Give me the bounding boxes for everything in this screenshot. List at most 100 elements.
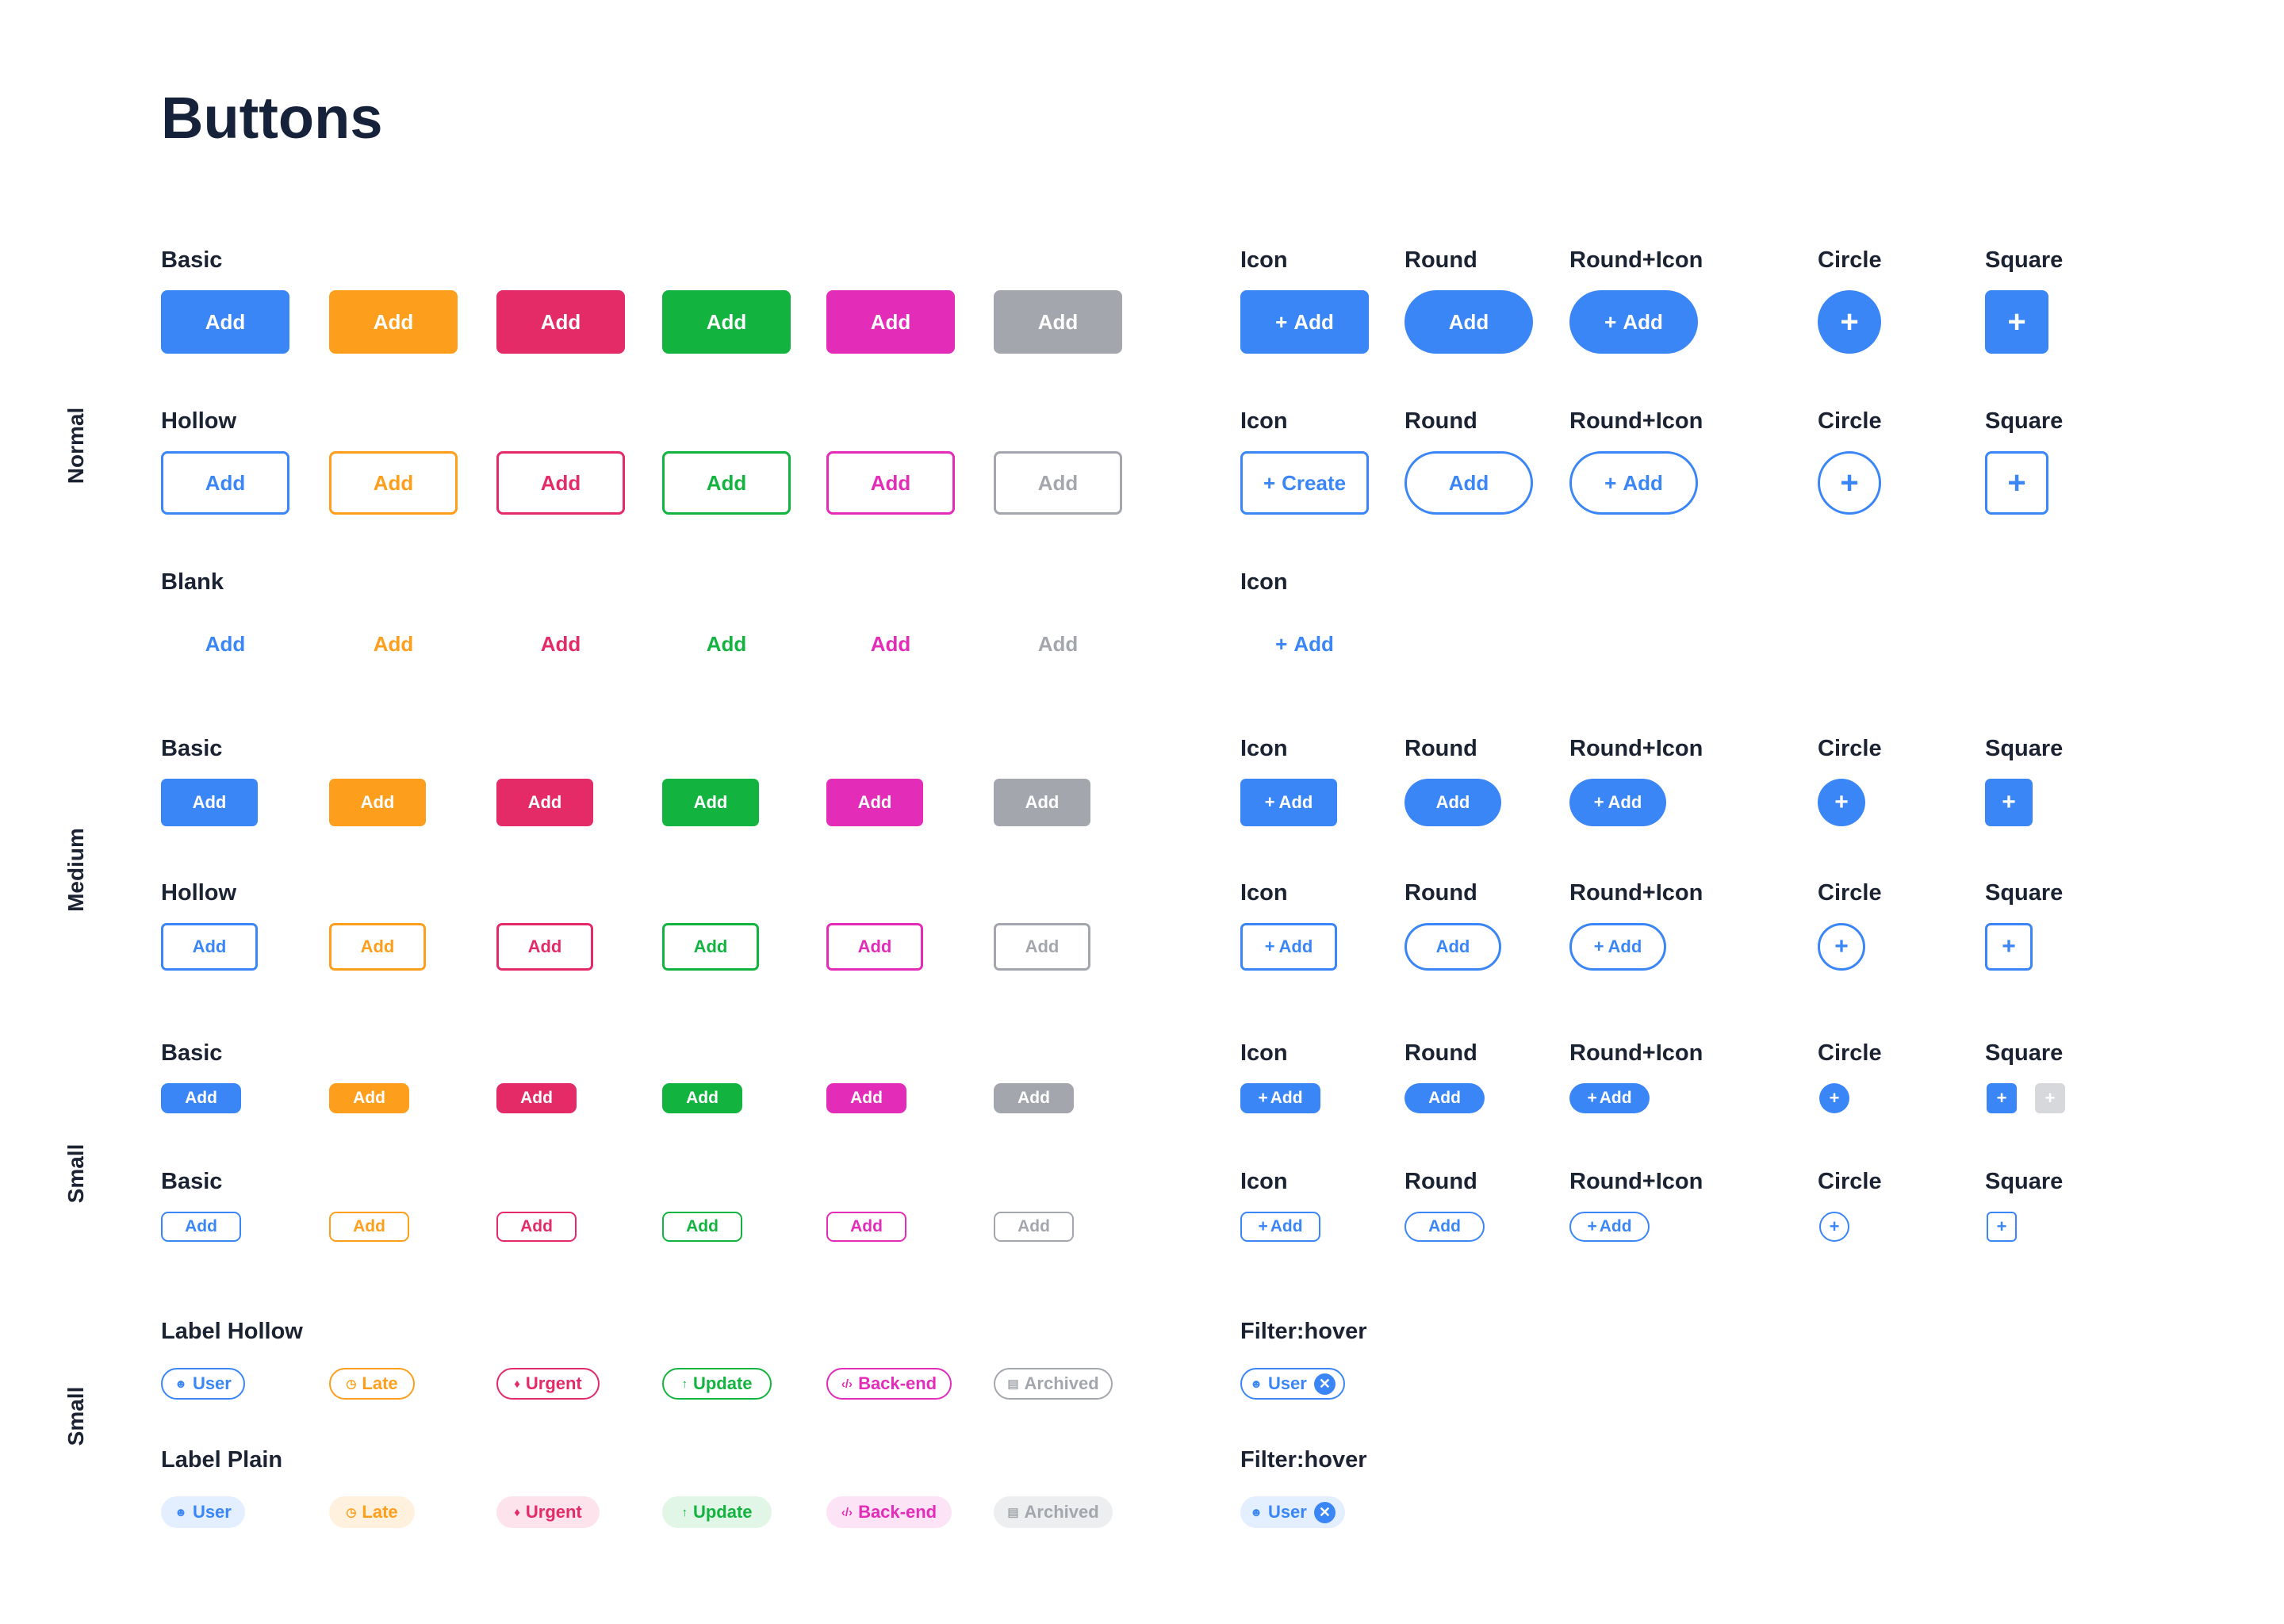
- add-small-square-button[interactable]: +: [1987, 1083, 2017, 1113]
- add-medium-button-pink[interactable]: Add: [826, 779, 923, 826]
- add-medium-hollow-round-icon-button[interactable]: + Add: [1569, 923, 1666, 971]
- add-round-button[interactable]: Add: [1405, 290, 1533, 354]
- add-blank-button-pink[interactable]: Add: [826, 612, 955, 676]
- add-medium-button-gray[interactable]: Add: [994, 779, 1090, 826]
- group-label-basic: Basic: [161, 1169, 223, 1194]
- button-label: Add: [693, 792, 728, 812]
- add-small-hollow-button-orange[interactable]: Add: [329, 1212, 409, 1242]
- add-medium-square-button[interactable]: +: [1985, 779, 2033, 826]
- add-medium-hollow-button-green[interactable]: Add: [662, 923, 759, 971]
- add-hollow-round-button[interactable]: Add: [1405, 451, 1533, 515]
- add-small-hollow-button-red[interactable]: Add: [496, 1212, 577, 1242]
- button-label: Add: [1608, 936, 1642, 956]
- add-medium-button-red[interactable]: Add: [496, 779, 593, 826]
- add-circle-button[interactable]: +: [1818, 290, 1881, 354]
- add-small-hollow-round-button[interactable]: Add: [1405, 1212, 1485, 1242]
- add-small-button-pink[interactable]: Add: [826, 1083, 906, 1113]
- add-small-icon-button[interactable]: + Add: [1240, 1083, 1320, 1113]
- button-label: Add: [540, 470, 581, 495]
- add-blank-button-red[interactable]: Add: [496, 612, 625, 676]
- add-small-hollow-circle-button[interactable]: +: [1819, 1212, 1849, 1242]
- add-medium-hollow-square-button[interactable]: +: [1985, 923, 2033, 971]
- add-medium-button-blue[interactable]: Add: [161, 779, 258, 826]
- add-medium-round-button[interactable]: Add: [1405, 779, 1501, 826]
- add-small-round-icon-button[interactable]: + Add: [1569, 1083, 1650, 1113]
- add-hollow-square-button[interactable]: +: [1985, 451, 2048, 515]
- add-medium-icon-button[interactable]: + Add: [1240, 779, 1337, 826]
- user-icon: ☻: [1250, 1505, 1263, 1519]
- group-label-icon: Icon: [1240, 736, 1288, 761]
- add-hollow-button-pink[interactable]: Add: [826, 451, 955, 515]
- plus-icon: +: [2044, 1088, 2056, 1108]
- button-label: Add: [1278, 792, 1313, 812]
- add-medium-hollow-button-orange[interactable]: Add: [329, 923, 426, 971]
- add-small-button-green[interactable]: Add: [662, 1083, 742, 1113]
- add-medium-round-icon-button[interactable]: + Add: [1569, 779, 1666, 826]
- user-icon: ☻: [1250, 1377, 1263, 1391]
- add-hollow-button-green[interactable]: Add: [662, 451, 791, 515]
- add-small-button-red[interactable]: Add: [496, 1083, 577, 1113]
- add-blank-icon-button[interactable]: + Add: [1240, 612, 1369, 676]
- filter-chip-user[interactable]: ☻ User ✕: [1240, 1368, 1345, 1400]
- add-medium-hollow-icon-button[interactable]: + Add: [1240, 923, 1337, 971]
- add-round-icon-button[interactable]: + Add: [1569, 290, 1698, 354]
- add-button-red[interactable]: Add: [496, 290, 625, 354]
- add-small-hollow-button-pink[interactable]: Add: [826, 1212, 906, 1242]
- group-label-round-icon: Round+Icon: [1569, 736, 1703, 761]
- add-small-hollow-round-icon-button[interactable]: + Add: [1569, 1212, 1650, 1242]
- close-icon[interactable]: ✕: [1313, 1373, 1336, 1395]
- label-chip-text: Back-end: [858, 1373, 937, 1393]
- add-small-hollow-button-green[interactable]: Add: [662, 1212, 742, 1242]
- add-small-hollow-square-button[interactable]: +: [1987, 1212, 2017, 1242]
- add-medium-hollow-button-pink[interactable]: Add: [826, 923, 923, 971]
- group-label-icon: Icon: [1240, 1169, 1288, 1194]
- add-medium-button-orange[interactable]: Add: [329, 779, 426, 826]
- add-small-button-gray[interactable]: Add: [994, 1083, 1074, 1113]
- close-icon[interactable]: ✕: [1313, 1501, 1336, 1523]
- add-medium-button-green[interactable]: Add: [662, 779, 759, 826]
- button-label: Add: [353, 1217, 385, 1235]
- plus-icon: +: [1996, 1216, 2007, 1236]
- add-medium-hollow-button-red[interactable]: Add: [496, 923, 593, 971]
- add-hollow-button-blue[interactable]: Add: [161, 451, 289, 515]
- add-blank-button-orange[interactable]: Add: [329, 612, 458, 676]
- add-button-gray[interactable]: Add: [994, 290, 1122, 354]
- add-icon-button[interactable]: + Add: [1240, 290, 1369, 354]
- label-chip-archived: ▤ Archived: [994, 1368, 1113, 1400]
- add-button-blue[interactable]: Add: [161, 290, 289, 354]
- add-small-round-button[interactable]: Add: [1405, 1083, 1485, 1113]
- button-label: Add: [1428, 1217, 1461, 1235]
- add-hollow-round-icon-button[interactable]: + Add: [1569, 451, 1698, 515]
- create-icon-button[interactable]: + Create: [1240, 451, 1369, 515]
- add-medium-hollow-button-blue[interactable]: Add: [161, 923, 258, 971]
- add-medium-hollow-circle-button[interactable]: +: [1818, 923, 1865, 971]
- add-hollow-circle-button[interactable]: +: [1818, 451, 1881, 515]
- add-hollow-button-gray[interactable]: Add: [994, 451, 1122, 515]
- button-label: Add: [360, 936, 395, 956]
- button-label: Add: [205, 631, 246, 656]
- button-label: Add: [205, 470, 246, 495]
- add-small-square-disabled-button[interactable]: +: [2035, 1083, 2065, 1113]
- add-medium-hollow-button-gray[interactable]: Add: [994, 923, 1090, 971]
- add-medium-circle-button[interactable]: +: [1818, 779, 1865, 826]
- add-small-hollow-icon-button[interactable]: + Add: [1240, 1212, 1320, 1242]
- add-button-pink[interactable]: Add: [826, 290, 955, 354]
- group-label-round: Round: [1405, 408, 1477, 434]
- label-chip-back-end: ‹/› Back-end: [826, 1368, 952, 1400]
- add-medium-hollow-round-button[interactable]: Add: [1405, 923, 1501, 971]
- add-small-hollow-button-gray[interactable]: Add: [994, 1212, 1074, 1242]
- add-hollow-button-red[interactable]: Add: [496, 451, 625, 515]
- add-small-hollow-button-blue[interactable]: Add: [161, 1212, 241, 1242]
- filter-chip-user[interactable]: ☻ User ✕: [1240, 1496, 1345, 1528]
- add-hollow-button-orange[interactable]: Add: [329, 451, 458, 515]
- add-blank-button-blue[interactable]: Add: [161, 612, 289, 676]
- add-small-button-blue[interactable]: Add: [161, 1083, 241, 1113]
- add-small-circle-button[interactable]: +: [1819, 1083, 1849, 1113]
- add-button-orange[interactable]: Add: [329, 290, 458, 354]
- add-small-button-orange[interactable]: Add: [329, 1083, 409, 1113]
- add-blank-button-gray[interactable]: Add: [994, 612, 1122, 676]
- add-square-button[interactable]: +: [1985, 290, 2048, 354]
- add-blank-button-green[interactable]: Add: [662, 612, 791, 676]
- add-button-green[interactable]: Add: [662, 290, 791, 354]
- group-label-circle: Circle: [1818, 736, 1882, 761]
